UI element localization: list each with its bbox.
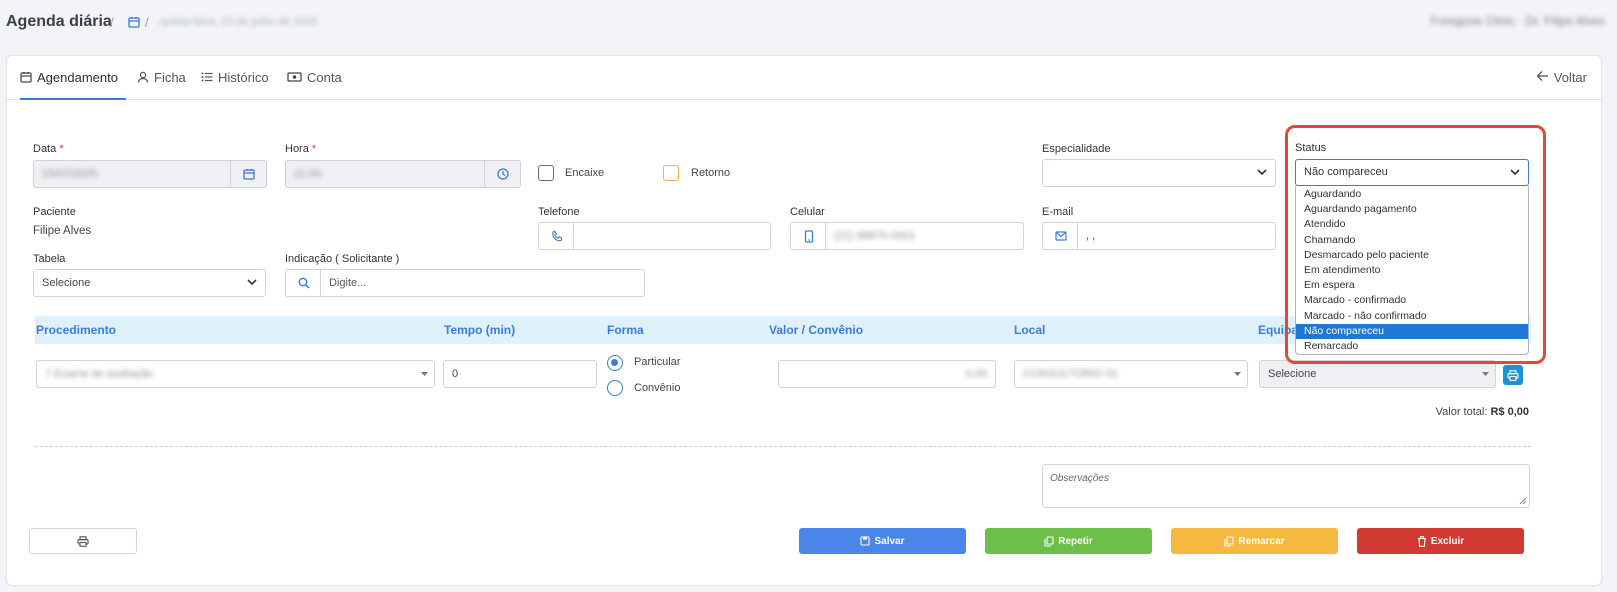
mobile-icon [804,229,813,243]
back-button[interactable]: Voltar [1536,70,1587,85]
top-bar: Agenda diária / / quinta-feira, 15 de ju… [0,0,1617,46]
tab-label: Agendamento [37,70,118,85]
paciente-label: Paciente [33,206,76,218]
tab-historico[interactable]: Histórico [201,70,269,100]
retorno-label: Retorno [691,167,731,179]
celular-label: Celular [790,206,825,218]
breadcrumb-separator: / [145,15,149,30]
save-icon [860,536,871,546]
date-picker-button[interactable] [231,160,267,188]
remarcar-button[interactable]: Remarcar [1171,528,1338,554]
copy-icon [1044,535,1054,547]
printer-icon [77,535,89,547]
procedimento-select[interactable]: 7 Exame de avaliação [36,360,435,388]
data-input[interactable]: 15/07/2025 [33,160,231,188]
tab-ficha[interactable]: Ficha [137,70,186,100]
equipamento-select[interactable]: Selecione [1259,360,1496,388]
divider [35,446,1531,447]
clinic-name: Foregone Clinic · Dr. Filipe Alves [1430,14,1605,28]
telefone-label: Telefone [538,206,580,218]
tempo-header: Tempo (min) [444,323,516,337]
search-icon [298,277,310,289]
valor-input[interactable]: 0,00 [778,360,996,388]
calendar-icon [20,72,32,83]
tabela-select[interactable]: Selecione [33,269,266,297]
retorno-checkbox[interactable] [663,165,679,181]
breadcrumb-date: quinta-feira, 15 de julho de 2025 [160,16,318,28]
telefone-input[interactable] [573,222,771,250]
convenio-label: Convênio [634,382,681,394]
data-label: Data * [33,143,64,155]
email-input[interactable]: , , [1077,222,1276,250]
calendar-icon [242,169,255,180]
especialidade-label: Especialidade [1042,143,1111,155]
print-procedure-button[interactable] [1503,365,1523,385]
email-addon [1042,222,1078,250]
arrow-left-icon [1536,71,1548,81]
copy-icon [1224,535,1234,547]
encaixe-label: Encaixe [565,167,605,179]
chevron-down-icon [247,279,257,286]
especialidade-select[interactable] [1042,159,1276,187]
printer-icon [1507,369,1519,381]
tab-label: Histórico [218,70,269,85]
valor-header: Valor / Convênio [769,323,864,337]
money-icon [287,72,302,82]
search-addon [285,269,321,297]
envelope-icon [1054,231,1067,241]
calendar-icon[interactable] [128,16,140,28]
indicacao-label: Indicação ( Solicitante ) [285,253,400,265]
tab-bar: Agendamento Ficha Histórico Conta Voltar [7,56,1601,100]
page-title: Agenda diária [6,13,112,30]
mobile-addon [790,222,826,250]
excluir-button[interactable]: Excluir [1357,528,1524,554]
resize-handle-icon[interactable] [1519,497,1527,505]
tab-label: Ficha [154,70,186,85]
caret-down-icon [1234,372,1241,376]
convenio-radio[interactable] [607,380,623,396]
highlight-annotation [1285,125,1546,364]
phone-addon [538,222,574,250]
tab-conta[interactable]: Conta [287,70,342,100]
hora-input[interactable]: 11:00 [285,160,485,188]
email-label: E-mail [1042,206,1074,218]
celular-input[interactable]: (21) 98876-0001 [825,222,1024,250]
particular-label: Particular [634,356,681,368]
forma-header: Forma [607,323,644,337]
phone-icon [551,230,562,242]
valor-total: Valor total: R$ 0,00 [1435,406,1529,418]
list-icon [201,72,213,82]
local-select[interactable]: CONSULTÓRIO 01 [1014,360,1248,388]
clock-icon [496,168,509,180]
caret-down-icon [1482,372,1489,376]
paciente-name: Filipe Alves [33,225,92,237]
chevron-down-icon [1257,169,1267,176]
caret-down-icon [421,372,428,376]
back-label: Voltar [1553,70,1587,85]
procedimento-header: Procedimento [36,323,117,337]
local-header: Local [1014,323,1046,337]
encaixe-checkbox[interactable] [538,165,554,181]
trash-icon [1417,535,1426,547]
hora-label: Hora * [285,143,317,155]
observacoes-textarea[interactable]: Observações [1042,464,1530,508]
salvar-button[interactable]: Salvar [799,528,966,554]
tempo-input[interactable]: 0 [443,360,597,388]
tab-label: Conta [307,70,342,85]
particular-radio[interactable] [607,355,623,371]
indicacao-input[interactable]: Digite... [320,269,645,297]
user-icon [137,71,149,83]
breadcrumb-separator: / [110,15,114,30]
tabela-label: Tabela [33,253,66,265]
repetir-button[interactable]: Repetir [985,528,1152,554]
tab-agendamento[interactable]: Agendamento [20,70,126,100]
print-button[interactable] [29,528,137,554]
time-picker-button[interactable] [485,160,521,188]
